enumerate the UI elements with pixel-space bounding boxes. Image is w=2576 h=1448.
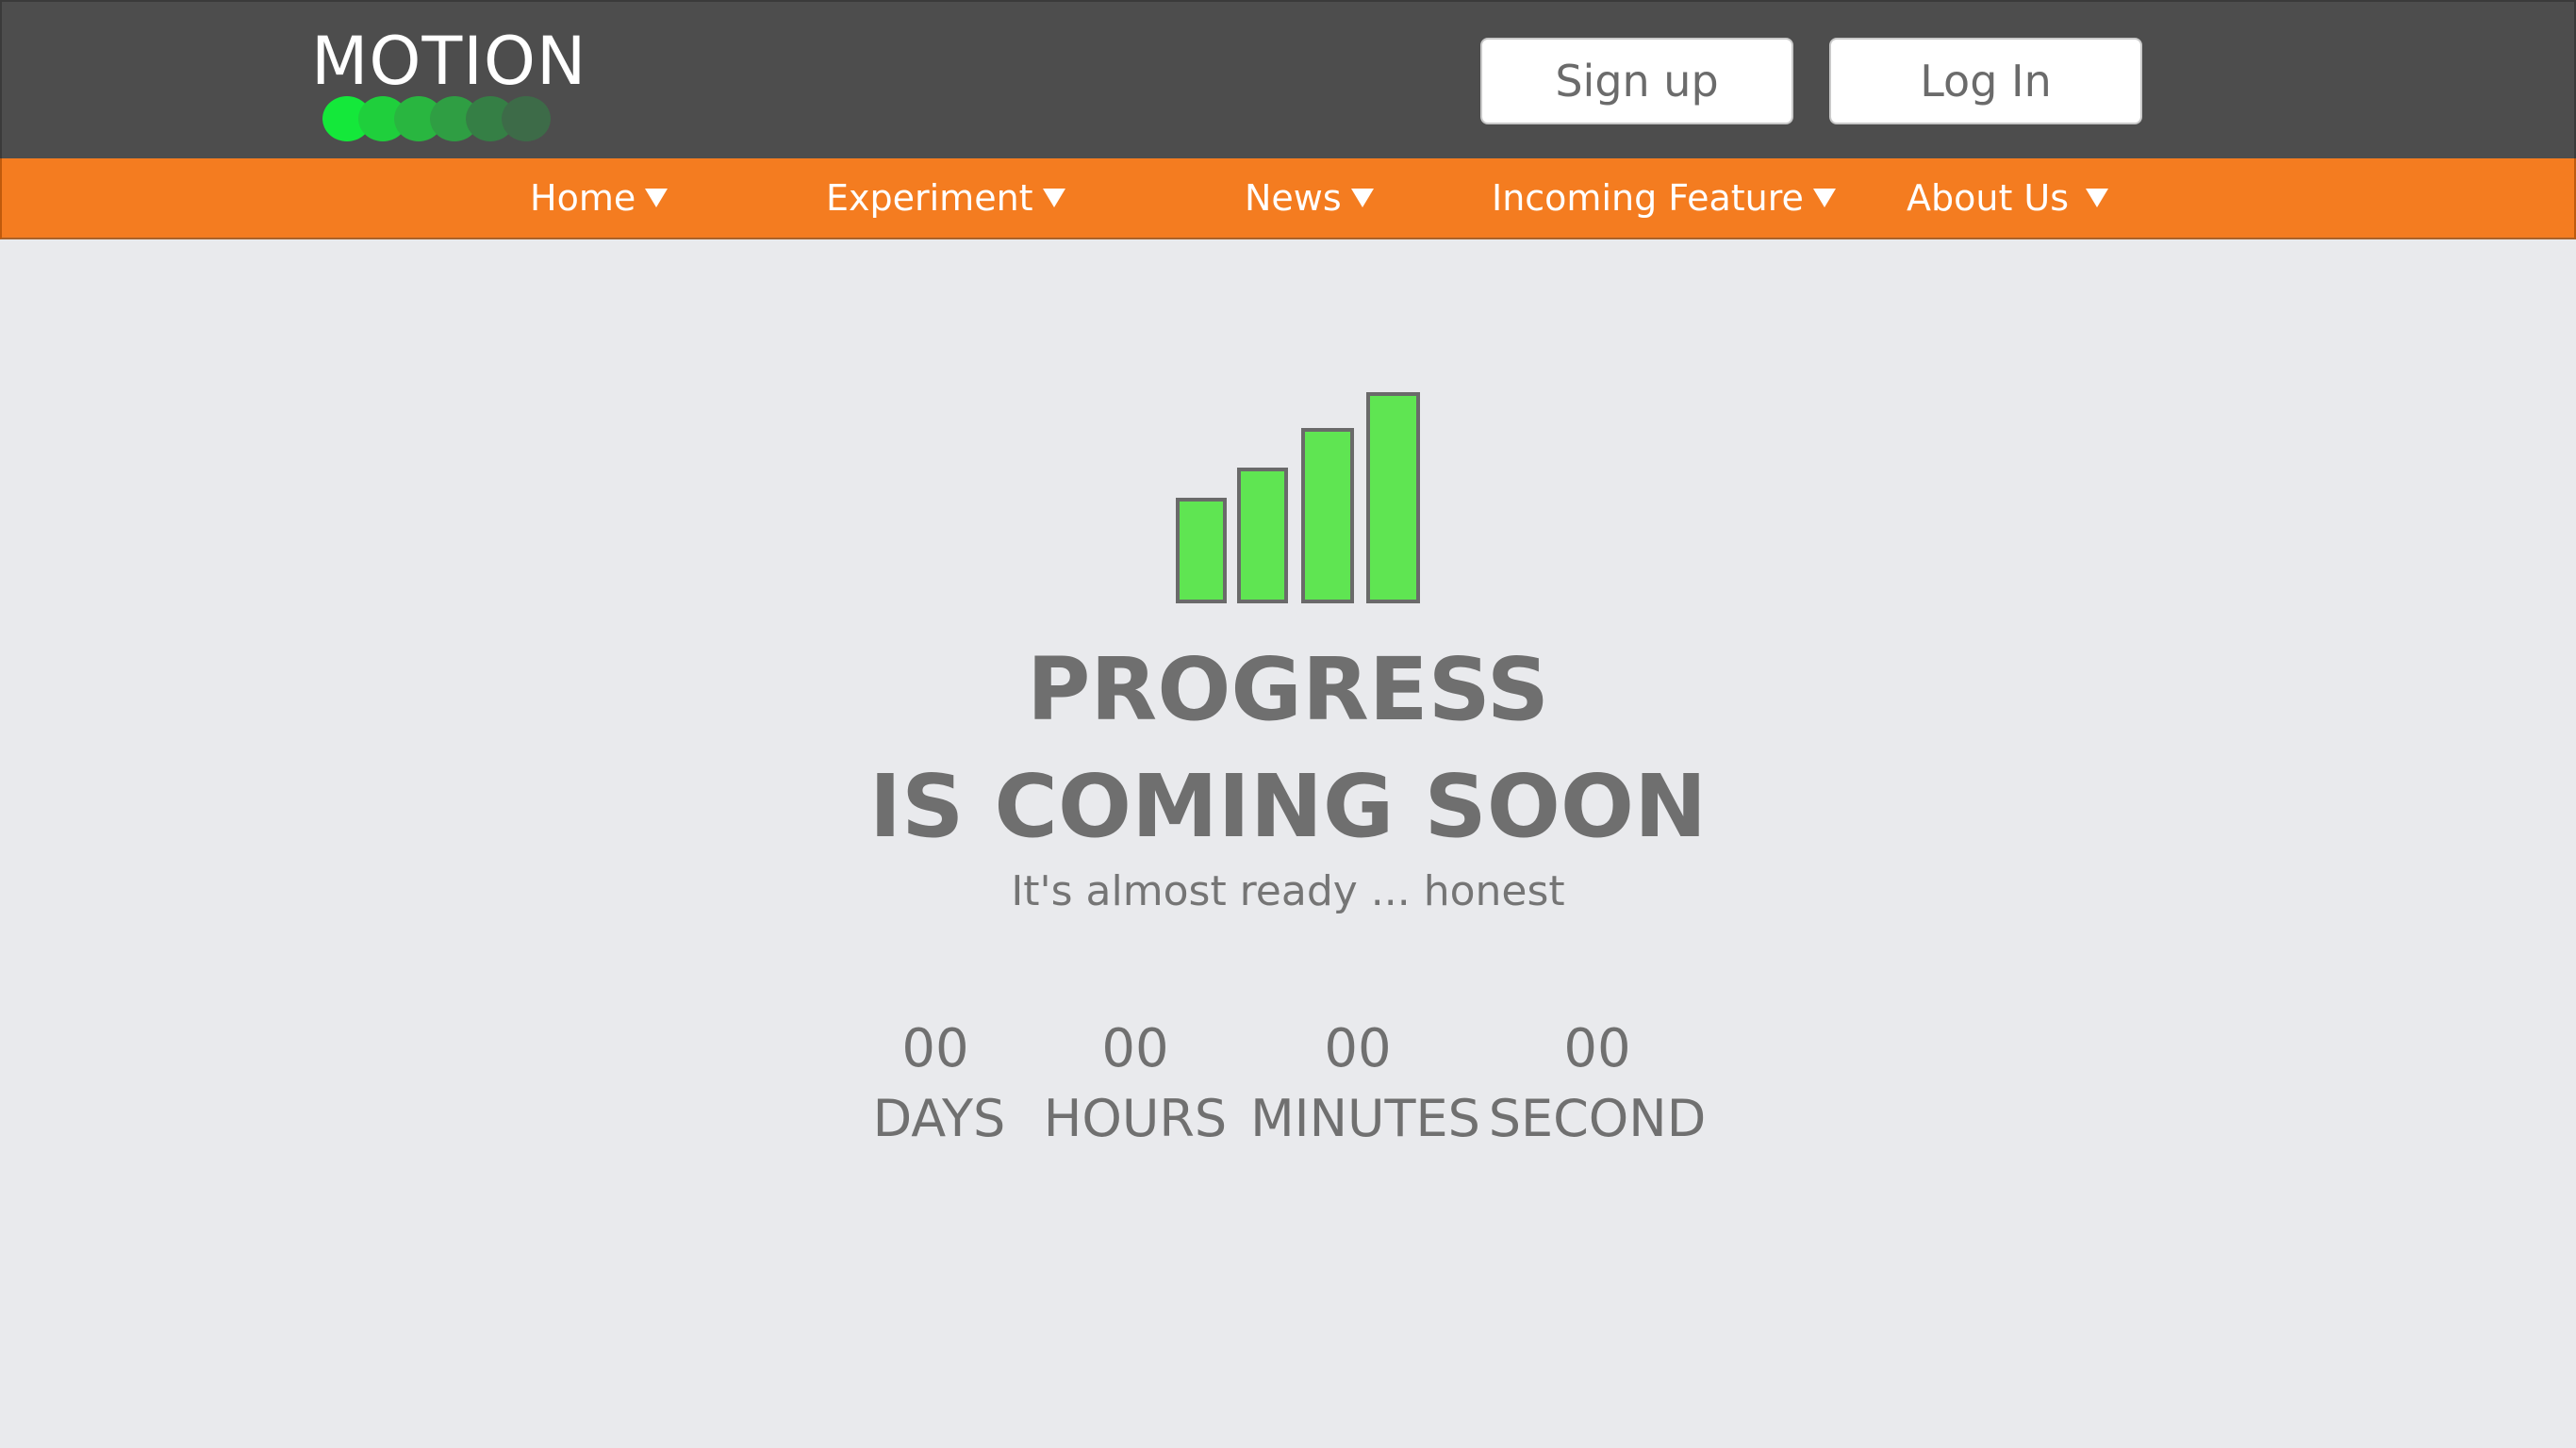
hero-subtitle: IS COMING SOON — [868, 756, 1708, 857]
bar-chart-icon-bar — [1366, 392, 1420, 603]
nav-item-news[interactable]: News — [1245, 158, 1374, 238]
hero-title: PROGRESS — [1026, 639, 1550, 740]
bar-chart-icon — [1176, 392, 1420, 603]
countdown-second-value: 00 — [1563, 1018, 1631, 1079]
bar-chart-icon-bar — [1237, 468, 1288, 603]
nav-item-incoming-feature[interactable]: Incoming Feature — [1492, 158, 1836, 238]
bar-chart-icon-bar — [1301, 428, 1354, 603]
nav-item-home[interactable]: Home — [530, 158, 669, 238]
nav-item-label: About Us — [1907, 177, 2070, 219]
countdown-hours-value: 00 — [1101, 1018, 1169, 1079]
caret-down-icon — [1042, 189, 1065, 207]
caret-down-icon — [1350, 189, 1374, 207]
logo[interactable]: MOTION — [311, 23, 594, 145]
countdown-minutes-value: 00 — [1324, 1018, 1392, 1079]
logo-dot — [502, 96, 551, 141]
countdown-days-value: 00 — [901, 1018, 969, 1079]
caret-down-icon — [1812, 189, 1836, 207]
log-in-button[interactable]: Log In — [1829, 38, 2142, 124]
main-nav: Home Experiment News Incoming Feature Ab… — [0, 158, 2576, 239]
countdown-hours-label: HOURS — [1043, 1089, 1228, 1148]
countdown-days-label: DAYS — [872, 1089, 1006, 1148]
hero-tagline: It's almost ready ... honest — [1011, 867, 1565, 915]
caret-down-icon — [2086, 189, 2109, 207]
nav-item-label: Incoming Feature — [1492, 177, 1804, 219]
countdown-second-label: SECOND — [1488, 1089, 1707, 1148]
bar-chart-icon-bar — [1176, 498, 1227, 603]
top-bar: MOTION Sign up Log In — [0, 0, 2576, 158]
logo-dots-icon — [322, 96, 568, 143]
nav-item-experiment[interactable]: Experiment — [826, 158, 1065, 238]
caret-down-icon — [645, 189, 669, 207]
nav-item-label: Experiment — [826, 177, 1033, 219]
nav-item-label: News — [1245, 177, 1342, 219]
nav-item-about-us[interactable]: About Us — [1907, 158, 2109, 238]
logo-text: MOTION — [311, 23, 587, 100]
countdown-minutes-label: MINUTES — [1250, 1089, 1480, 1148]
nav-item-label: Home — [530, 177, 636, 219]
sign-up-button[interactable]: Sign up — [1480, 38, 1793, 124]
